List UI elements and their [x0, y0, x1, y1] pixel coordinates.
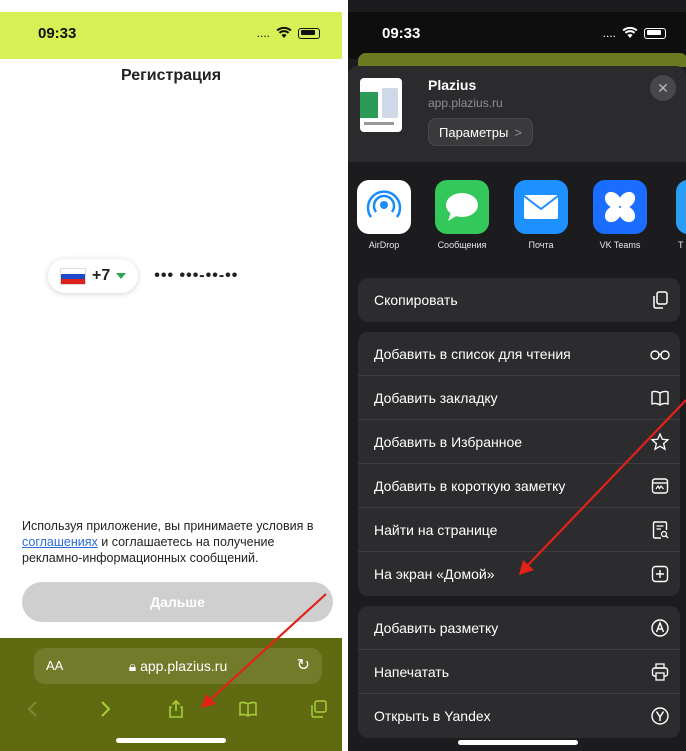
- action-add-bookmark[interactable]: Добавить закладку: [358, 376, 680, 420]
- action-copy[interactable]: Скопировать: [358, 278, 680, 322]
- wifi-icon: [276, 27, 292, 38]
- airdrop-icon: [357, 180, 411, 234]
- action-add-favorites[interactable]: Добавить в Избранное: [358, 420, 680, 464]
- glasses-icon: [648, 342, 672, 366]
- shared-page-title: Plazius: [428, 77, 477, 93]
- options-button[interactable]: Параметры >: [428, 118, 533, 146]
- chevron-right-icon: >: [514, 124, 522, 140]
- copy-icon: [648, 288, 672, 312]
- app-messages[interactable]: Сообщения: [430, 180, 494, 250]
- vk-teams-icon: [593, 180, 647, 234]
- agreements-link[interactable]: соглашениях: [22, 535, 98, 549]
- share-icon[interactable]: [163, 696, 189, 722]
- russia-flag-icon: [60, 267, 86, 285]
- dropdown-triangle-icon: [116, 273, 127, 279]
- tabs-icon[interactable]: [306, 696, 332, 722]
- terms-text: Используя приложение, вы принимаете усло…: [22, 519, 314, 565]
- mail-icon: [514, 180, 568, 234]
- wifi-icon: [622, 27, 638, 38]
- action-add-to-home-screen[interactable]: На экран «Домой»: [358, 552, 680, 596]
- action-find-on-page[interactable]: Найти на странице: [358, 508, 680, 552]
- action-group-copy: Скопировать: [358, 278, 680, 322]
- underlying-page-strip: [358, 53, 686, 67]
- action-quick-note[interactable]: Добавить в короткую заметку: [358, 464, 680, 508]
- signal-dots-icon: ....: [602, 26, 616, 40]
- status-time: 09:33: [38, 25, 77, 42]
- address-bar[interactable]: AA 🔒︎ app.plazius.ru ↻: [34, 648, 322, 684]
- yandex-icon: [648, 704, 672, 728]
- star-icon: [648, 430, 672, 454]
- status-time: 09:33: [382, 25, 421, 42]
- country-code: +7: [92, 267, 111, 284]
- home-indicator: [116, 738, 226, 743]
- battery-icon: [298, 27, 320, 39]
- print-icon: [648, 660, 672, 684]
- action-open-in-yandex[interactable]: Открыть в Yandex: [358, 694, 680, 738]
- book-icon: [648, 386, 672, 410]
- forward-icon[interactable]: [92, 696, 118, 722]
- action-group-page: Добавить в список для чтения Добавить за…: [358, 332, 680, 596]
- markup-icon: [648, 616, 672, 640]
- quick-note-icon: [648, 474, 672, 498]
- shared-page-url: app.plazius.ru: [428, 96, 503, 110]
- bookmarks-icon[interactable]: [235, 696, 261, 722]
- app-partial[interactable]: T: [666, 180, 686, 250]
- messages-icon: [435, 180, 489, 234]
- share-sheet-screen: 09:33 .... Plazius app.plazius.ru Параме…: [348, 0, 686, 751]
- lock-icon: 🔒︎: [128, 658, 141, 674]
- registration-screen: 09:33 .... Регистрация +7 ••• •••-••-•• …: [0, 0, 342, 751]
- page-thumbnail: [360, 78, 402, 132]
- phone-input-row: +7 ••• •••-••-••: [48, 259, 238, 293]
- partial-app-icon: [676, 180, 686, 234]
- action-print[interactable]: Напечатать: [358, 650, 680, 694]
- share-sheet-header: Plazius app.plazius.ru Параметры > ✕: [348, 66, 686, 162]
- page-title: Регистрация: [120, 67, 222, 84]
- url-text: app.plazius.ru: [140, 658, 228, 674]
- phone-number-field[interactable]: ••• •••-••-••: [154, 267, 238, 285]
- app-vk-teams[interactable]: VK Teams: [588, 180, 652, 250]
- app-mail[interactable]: Почта: [509, 180, 573, 250]
- next-button[interactable]: Дальше: [22, 582, 333, 622]
- add-to-home-icon: [648, 562, 672, 586]
- app-airdrop[interactable]: AirDrop: [352, 180, 416, 250]
- find-on-page-icon: [648, 518, 672, 542]
- close-icon[interactable]: ✕: [650, 75, 676, 101]
- country-code-selector[interactable]: +7: [48, 259, 139, 293]
- safari-toolbar: [0, 696, 342, 724]
- action-markup[interactable]: Добавить разметку: [358, 606, 680, 650]
- status-bar: 09:33 ....: [0, 12, 342, 59]
- action-group-extra: Добавить разметку Напечатать Открыть в Y…: [358, 606, 680, 738]
- back-icon[interactable]: [20, 696, 46, 722]
- home-indicator: [458, 740, 578, 745]
- battery-icon: [644, 27, 666, 39]
- reload-icon[interactable]: ↻: [297, 655, 310, 675]
- safari-bottom-bar: AA 🔒︎ app.plazius.ru ↻: [0, 638, 342, 751]
- signal-dots-icon: ....: [256, 26, 270, 40]
- share-apps-row: AirDrop Сообщения Почта VK Teams T: [348, 162, 686, 266]
- status-bar: 09:33 ....: [348, 12, 686, 59]
- action-reading-list[interactable]: Добавить в список для чтения: [358, 332, 680, 376]
